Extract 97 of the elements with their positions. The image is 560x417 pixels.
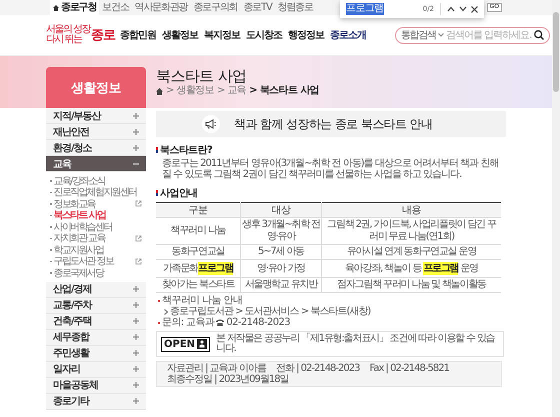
sidebar-item[interactable]: 교육 bbox=[46, 156, 146, 172]
nav-item[interactable]: 종합민원 bbox=[120, 28, 156, 42]
sidebar-item[interactable]: 종로기타 bbox=[46, 394, 146, 410]
sidebar-item[interactable]: 지적/부동산 bbox=[46, 108, 146, 124]
table-cell: 서울맹학교 유치반 bbox=[240, 278, 322, 293]
plus-icon bbox=[133, 302, 139, 308]
megaphone-icon bbox=[202, 115, 220, 133]
plus-icon bbox=[133, 144, 139, 150]
sidebar-item[interactable]: 재난안전 bbox=[46, 124, 146, 140]
search-field[interactable]: 통합검색 검색어를 입력하세요. bbox=[394, 26, 550, 44]
section-heading: 북스타트란? bbox=[160, 144, 212, 157]
sidebar-item[interactable]: 세무종합 bbox=[46, 330, 146, 346]
contact-label: 문의: 교육과 bbox=[162, 317, 214, 328]
chevron-down-icon bbox=[459, 6, 467, 12]
column-header: 내용 bbox=[322, 202, 501, 218]
plus-icon bbox=[133, 128, 139, 134]
phone-icon bbox=[216, 319, 224, 326]
sidebar-item[interactable]: 교통/주차 bbox=[46, 298, 146, 314]
table-cell: 영·유아 가정 bbox=[240, 260, 322, 278]
table-cell: 책꾸러미 나눔 bbox=[156, 218, 240, 244]
chevron-right-icon bbox=[164, 308, 168, 315]
attribution-icon bbox=[197, 339, 208, 350]
submenu-item[interactable]: 사이버학습센터 bbox=[54, 220, 112, 234]
logo-text: 서울의 성장 bbox=[46, 25, 90, 35]
table-cell: 유아시설 연계 동화구연교실 운영 bbox=[322, 244, 501, 260]
page-title: 북스타트 사업 bbox=[156, 67, 248, 85]
column-header: 대상 bbox=[240, 202, 322, 218]
logo-name: 종로 bbox=[91, 27, 116, 44]
info-text: Fax | 02-2148-5821 bbox=[369, 363, 449, 374]
note-text: 책꾸러미 나눔 안내 bbox=[162, 295, 242, 306]
submenu-item[interactable]: 종로국제서당 bbox=[54, 266, 104, 280]
plus-icon bbox=[133, 286, 139, 292]
breadcrumb-link[interactable]: > 북스타트 사업 bbox=[249, 85, 320, 97]
top-link[interactable]: 보건소 bbox=[99, 0, 132, 15]
chevron-up-icon bbox=[447, 6, 455, 12]
find-field[interactable]: 프로그램 bbox=[346, 3, 419, 15]
top-link[interactable]: 종로구의회 bbox=[190, 0, 240, 15]
info-text: 자료관리 | 교육과 이아름 bbox=[167, 363, 266, 374]
sidebar-title: 생활정보 bbox=[46, 67, 146, 108]
table-cell: 5~7세 아동 bbox=[240, 244, 322, 260]
submenu-item[interactable]: 북스타트 사업 bbox=[54, 208, 106, 222]
table-cell: 그림책 2권, 가이드북, 사업리플릿이 담긴 꾸러미 무료 나눔(연1회) bbox=[322, 218, 501, 244]
sidebar-item[interactable]: 산업/경제 bbox=[46, 282, 146, 298]
nav-item[interactable]: 종로소개 bbox=[330, 28, 366, 42]
plus-icon bbox=[133, 366, 139, 372]
breadcrumb-link[interactable]: > 교육 bbox=[216, 85, 246, 97]
library-link[interactable]: 종로구립도서관 > 도서관서비스 > 북스타트(새창) bbox=[170, 306, 370, 318]
search-scope-dropdown[interactable]: 통합검색 bbox=[400, 28, 436, 42]
plus-icon bbox=[133, 382, 139, 388]
scrollbar[interactable] bbox=[552, 0, 560, 417]
banner-heading: 책과 함께 성장하는 종로 북스타트 안내 bbox=[234, 116, 432, 132]
sidebar-item[interactable]: 주민생활 bbox=[46, 346, 146, 362]
column-header: 구분 bbox=[156, 202, 240, 218]
plus-icon bbox=[133, 318, 139, 324]
table-cell: 찾아가는 북스타트 bbox=[156, 278, 240, 293]
submenu-item[interactable]: 학교지원사업 bbox=[54, 242, 104, 257]
top-link[interactable]: 청렴종로 bbox=[274, 0, 316, 15]
top-link[interactable]: 종로구청 bbox=[50, 0, 100, 15]
plus-icon bbox=[133, 398, 139, 404]
table-cell: 동화구연교실 bbox=[156, 244, 240, 260]
sidebar-item[interactable]: 일자리 bbox=[46, 362, 146, 378]
table-cell: 생후 3개월~취학 전 영·유아 bbox=[240, 218, 322, 244]
plus-icon bbox=[133, 112, 139, 118]
close-icon bbox=[471, 6, 478, 12]
info-text: 최종수정일 | 2023년09월18일 bbox=[167, 374, 289, 386]
submenu-item[interactable]: 자치회관 교육 bbox=[54, 231, 105, 246]
section-heading: 사업안내 bbox=[160, 187, 198, 200]
search-input[interactable]: 검색어를 입력하세요. bbox=[446, 30, 532, 40]
minus-icon bbox=[133, 160, 139, 166]
plus-icon bbox=[133, 334, 139, 340]
sidebar-item[interactable]: 마을공동체 bbox=[46, 378, 146, 394]
nav-item[interactable]: 생활정보 bbox=[162, 28, 198, 42]
logo-text: 다시 뛰는 bbox=[46, 35, 84, 45]
submenu-item[interactable]: 정보화교육 bbox=[54, 196, 96, 211]
phone-number: 02-2148-2023 bbox=[226, 317, 290, 328]
nav-item[interactable]: 행정정보 bbox=[288, 28, 324, 42]
submenu-item[interactable]: 구립도서관 정보 bbox=[54, 254, 114, 268]
top-link[interactable]: 역사문화관광 bbox=[132, 0, 190, 15]
home-icon bbox=[53, 4, 59, 10]
nav-item[interactable]: 복지정보 bbox=[204, 28, 240, 42]
intro-paragraph: 종로구는 2011년부터 영유아(3개월~취학 전 아동)를 대상으로 어려서부터 책과 친해질 수 있도록 그림책 2권이 담긴 책꾸러미를 선물하는 사업을 하고 있습니다. bbox=[162, 158, 500, 180]
chevron-down-icon bbox=[438, 33, 444, 37]
breadcrumb-link[interactable]: > 생활정보 bbox=[166, 85, 214, 97]
scrollbar-thumb[interactable] bbox=[553, 12, 559, 92]
license-text: 본 저작물은 공공누리 「제1유형:출처표시」 조건에 따라 이용할 수 있습니다. bbox=[216, 334, 496, 354]
top-link[interactable]: 종로TV bbox=[240, 0, 275, 15]
sidebar-item[interactable]: 건축/주택 bbox=[46, 314, 146, 330]
plus-icon bbox=[133, 350, 139, 356]
submenu-item[interactable]: 진로직업체험지원센터 bbox=[54, 185, 137, 200]
table-cell: 점자그림책 꾸러미 나눔 및 책놀이활동 bbox=[322, 278, 501, 293]
logo-text: OPEN bbox=[164, 338, 196, 350]
search-icon bbox=[534, 30, 544, 40]
home-icon bbox=[156, 88, 163, 94]
find-query: 프로그램 bbox=[346, 3, 384, 15]
submenu-item[interactable]: 교육/강좌소식 bbox=[54, 174, 105, 188]
nav-item[interactable]: 도시창조 bbox=[246, 28, 282, 42]
info-text: 전화 | 02-2148-2023 bbox=[276, 363, 360, 374]
